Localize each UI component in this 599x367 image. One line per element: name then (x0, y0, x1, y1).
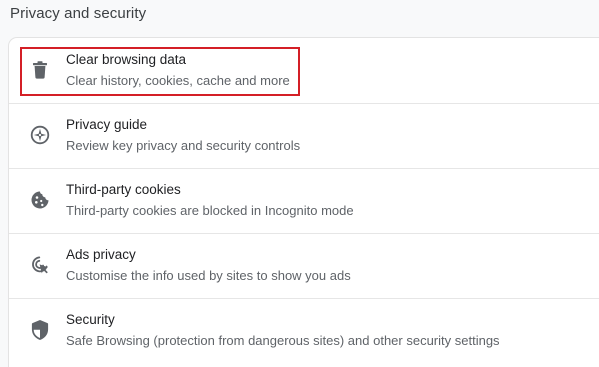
ads-privacy-row[interactable]: Ads privacy Customise the info used by s… (9, 233, 599, 298)
section-title: Privacy and security (10, 5, 147, 22)
privacy-guide-row[interactable]: Privacy guide Review key privacy and sec… (9, 103, 599, 168)
row-divider (9, 103, 599, 104)
privacy-guide-icon (29, 124, 51, 146)
shield-icon (29, 319, 51, 341)
ads-privacy-description: Customise the info used by sites to show… (66, 268, 351, 283)
clear-browsing-data-label: Clear browsing data (66, 52, 187, 67)
ads-privacy-icon (29, 254, 51, 276)
clear-browsing-data-row[interactable]: Clear browsing data Clear history, cooki… (9, 38, 599, 103)
row-divider (9, 233, 599, 234)
privacy-settings-card: Clear browsing data Clear history, cooki… (9, 38, 599, 367)
trash-icon (29, 59, 51, 81)
privacy-security-page: Privacy and security Clear browsing data… (0, 0, 599, 367)
security-row[interactable]: Security Safe Browsing (protection from … (9, 298, 599, 363)
row-divider (9, 298, 599, 299)
third-party-cookies-label: Third-party cookies (66, 182, 181, 197)
security-label: Security (66, 312, 115, 327)
third-party-cookies-row[interactable]: Third-party cookies Third-party cookies … (9, 168, 599, 233)
privacy-guide-description: Review key privacy and security controls (66, 138, 301, 153)
clear-browsing-data-description: Clear history, cookies, cache and more (66, 73, 290, 88)
third-party-cookies-description: Third-party cookies are blocked in Incog… (66, 203, 354, 218)
ads-privacy-label: Ads privacy (66, 247, 136, 262)
privacy-guide-label: Privacy guide (66, 117, 148, 132)
cookie-icon (29, 189, 51, 211)
row-divider (9, 168, 599, 169)
security-description: Safe Browsing (protection from dangerous… (66, 333, 500, 348)
